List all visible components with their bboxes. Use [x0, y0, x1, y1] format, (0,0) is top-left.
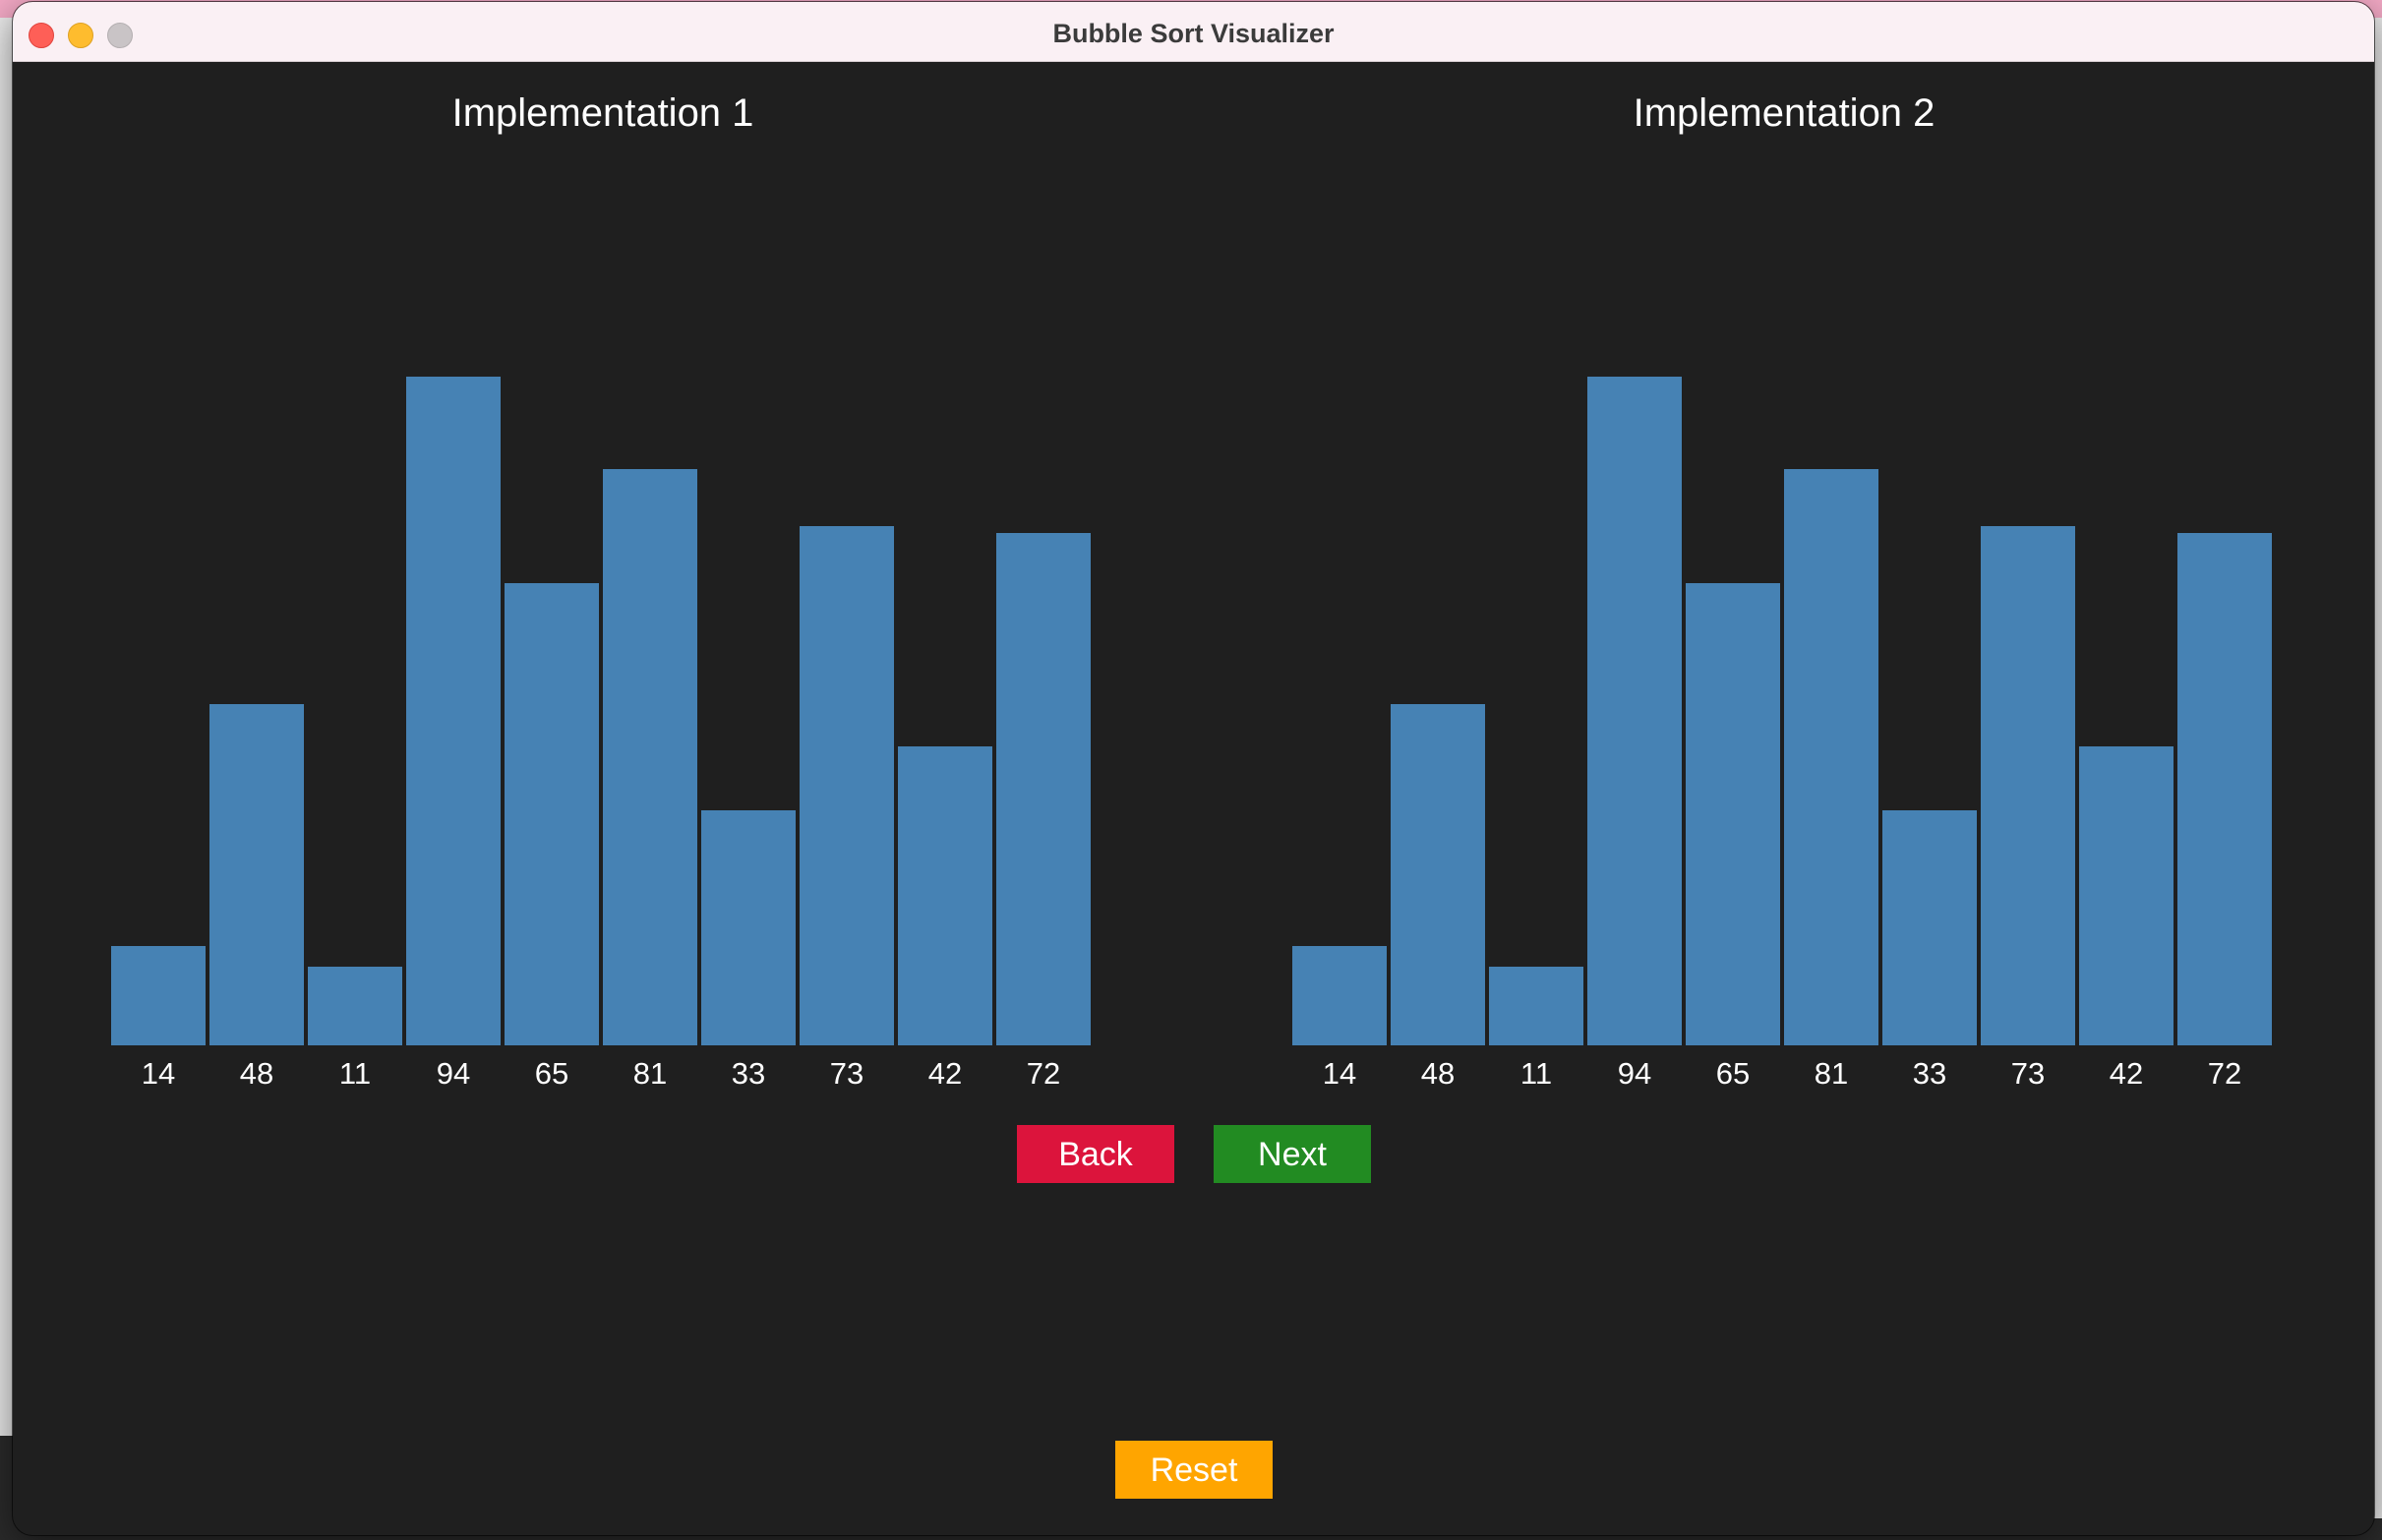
window-title: Bubble Sort Visualizer: [1052, 19, 1335, 48]
bar-33: [701, 810, 796, 1045]
bar-65: [505, 583, 599, 1045]
app-window: Bubble Sort Visualizer Implementation 1 …: [13, 2, 2374, 1535]
bar-65: [1686, 583, 1780, 1045]
tick-label: 72: [2207, 1056, 2242, 1091]
tick-label: 94: [1617, 1056, 1652, 1091]
bar-chart-implementation-2: 14 48 11 94 65 81 33 73 42 72: [1292, 62, 2276, 1095]
bar-94: [1587, 377, 1682, 1045]
tick-label: 65: [1715, 1056, 1751, 1091]
tick-label: 11: [338, 1056, 372, 1091]
bar-11: [1489, 967, 1583, 1045]
tick-label: 48: [239, 1056, 274, 1091]
back-button[interactable]: Back: [1017, 1125, 1174, 1183]
bar-11: [308, 967, 402, 1045]
bar-72: [2177, 533, 2272, 1045]
tick-label: 73: [2010, 1056, 2046, 1091]
bar-94: [406, 377, 501, 1045]
tick-label: 14: [1322, 1056, 1357, 1091]
bar-33: [1882, 810, 1977, 1045]
bar-48: [209, 704, 304, 1045]
tick-label: 73: [829, 1056, 864, 1091]
app-content: Implementation 1 Implementation 2 14 48 11…: [13, 62, 2374, 1535]
bar-81: [603, 469, 697, 1045]
next-button[interactable]: Next: [1214, 1125, 1371, 1183]
tick-label: 81: [1814, 1056, 1849, 1091]
title-bar: Bubble Sort Visualizer: [13, 2, 2374, 62]
tick-label: 33: [1912, 1056, 1947, 1091]
bar-14: [1292, 946, 1387, 1045]
tick-label: 42: [2109, 1056, 2144, 1091]
tick-label: 48: [1420, 1056, 1456, 1091]
tick-label: 65: [534, 1056, 569, 1091]
reset-button[interactable]: Reset: [1115, 1441, 1273, 1499]
bar-81: [1784, 469, 1878, 1045]
tick-label: 11: [1519, 1056, 1553, 1091]
bar-42: [898, 746, 992, 1045]
bar-14: [111, 946, 206, 1045]
bar-73: [1981, 526, 2075, 1045]
bar-73: [800, 526, 894, 1045]
background-window-left: [0, 18, 14, 1540]
tick-label: 81: [632, 1056, 668, 1091]
tick-label: 14: [141, 1056, 176, 1091]
tick-label: 33: [731, 1056, 766, 1091]
bar-48: [1391, 704, 1485, 1045]
tick-label: 72: [1026, 1056, 1061, 1091]
bar-72: [996, 533, 1091, 1045]
tick-label: 94: [436, 1056, 471, 1091]
tick-label: 42: [927, 1056, 963, 1091]
bar-42: [2079, 746, 2174, 1045]
bar-chart-implementation-1: 14 48 11 94 65 81 33 73 42 72: [111, 62, 1095, 1095]
